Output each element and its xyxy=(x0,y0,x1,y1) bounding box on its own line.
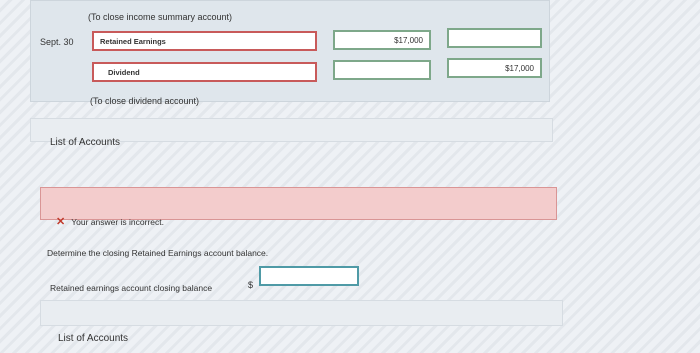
incorrect-message: ✕ Your answer is incorrect. xyxy=(56,215,164,228)
row1-account-field[interactable]: Retained Earnings xyxy=(92,31,317,51)
list-of-accounts-link[interactable]: List of Accounts xyxy=(50,137,120,148)
currency-symbol: $ xyxy=(248,280,254,290)
row2-account-value: Dividend xyxy=(108,67,140,77)
row1-account-value: Retained Earnings xyxy=(100,36,166,46)
incorrect-text: Your answer is incorrect. xyxy=(71,217,164,227)
row1-debit-field[interactable]: $17,000 xyxy=(333,30,431,50)
row1-credit-field[interactable] xyxy=(447,28,542,48)
list-of-accounts-link-2[interactable]: List of Accounts xyxy=(58,333,128,344)
answer-label: Retained earnings account closing balanc… xyxy=(50,283,213,293)
x-icon: ✕ xyxy=(56,216,66,228)
row1-debit-value: $17,000 xyxy=(394,35,423,45)
list-of-accounts-bar-2 xyxy=(40,300,563,326)
question-text: Determine the closing Retained Earnings … xyxy=(47,248,269,258)
row2-credit-field[interactable]: $17,000 xyxy=(447,58,542,78)
row2-debit-field[interactable] xyxy=(333,60,431,80)
closing-balance-input[interactable] xyxy=(259,266,359,286)
row2-credit-value: $17,000 xyxy=(505,63,534,73)
date-label: Sept. 30 xyxy=(40,37,74,47)
dividend-note: (To close dividend account) xyxy=(90,96,200,106)
row2-account-field[interactable]: Dividend xyxy=(92,62,317,82)
income-summary-note: (To close income summary account) xyxy=(88,12,233,22)
